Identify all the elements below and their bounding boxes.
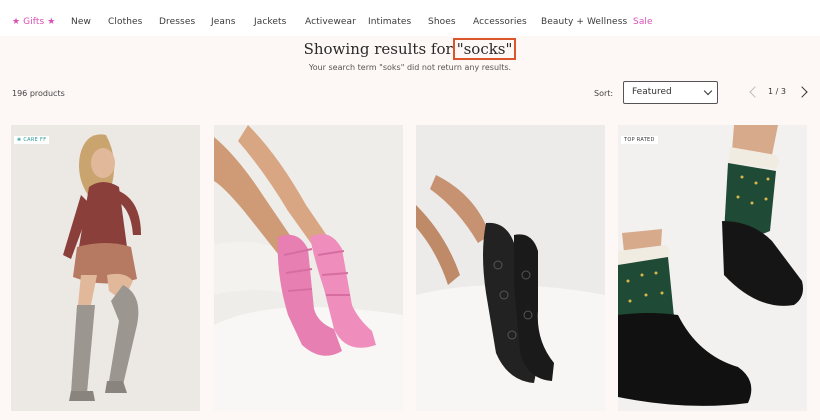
pagination: 1 / 3: [748, 84, 812, 102]
product-card[interactable]: ❀ CARE FF: [11, 125, 200, 411]
chevron-down-icon: [703, 86, 713, 96]
chevron-left-icon[interactable]: [749, 86, 761, 98]
nav-item-new[interactable]: New: [71, 17, 108, 27]
nav-item-sale[interactable]: Sale: [633, 17, 663, 27]
no-results-notice: Your search term "soks" did not return a…: [308, 63, 512, 72]
sort-dropdown[interactable]: Featured: [623, 81, 718, 104]
chevron-right-icon[interactable]: [796, 86, 808, 98]
nav-item-intimates[interactable]: Intimates: [368, 17, 428, 27]
search-results-page: Showing results for "socks" Your search t…: [0, 36, 820, 420]
nav-item-activewear[interactable]: Activewear: [305, 17, 368, 27]
page-title: Showing results for "socks": [0, 38, 820, 60]
product-badge: ❀ CARE FF: [14, 136, 50, 144]
leaf-icon: ❀: [17, 137, 22, 143]
product-image: [11, 125, 200, 411]
heading-prefix: Showing results for: [303, 40, 453, 58]
sort-label: Sort:: [594, 89, 614, 98]
product-count: 196 products: [12, 89, 65, 98]
nav-item-clothes[interactable]: Clothes: [108, 17, 159, 27]
nav-item-accessories[interactable]: Accessories: [473, 17, 541, 27]
nav-item-beauty-wellness[interactable]: Beauty + Wellness: [541, 17, 633, 27]
product-card[interactable]: TOP RATED: [618, 125, 807, 411]
page-indicator: 1 / 3: [768, 87, 786, 96]
search-term-highlight: "socks": [452, 38, 517, 60]
product-image: [416, 125, 605, 411]
nav-item-shoes[interactable]: Shoes: [428, 17, 473, 27]
nav-item-jeans[interactable]: Jeans: [211, 17, 254, 27]
product-card[interactable]: [214, 125, 403, 411]
product-image: [618, 125, 807, 411]
product-badge: TOP RATED: [621, 136, 658, 144]
product-image: [214, 125, 403, 411]
nav-item-jackets[interactable]: Jackets: [254, 17, 305, 27]
nav-item-gifts[interactable]: ★ Gifts ★: [12, 17, 71, 27]
nav-item-dresses[interactable]: Dresses: [159, 17, 211, 27]
product-card[interactable]: [416, 125, 605, 411]
sort-selected-value: Featured: [632, 87, 672, 97]
